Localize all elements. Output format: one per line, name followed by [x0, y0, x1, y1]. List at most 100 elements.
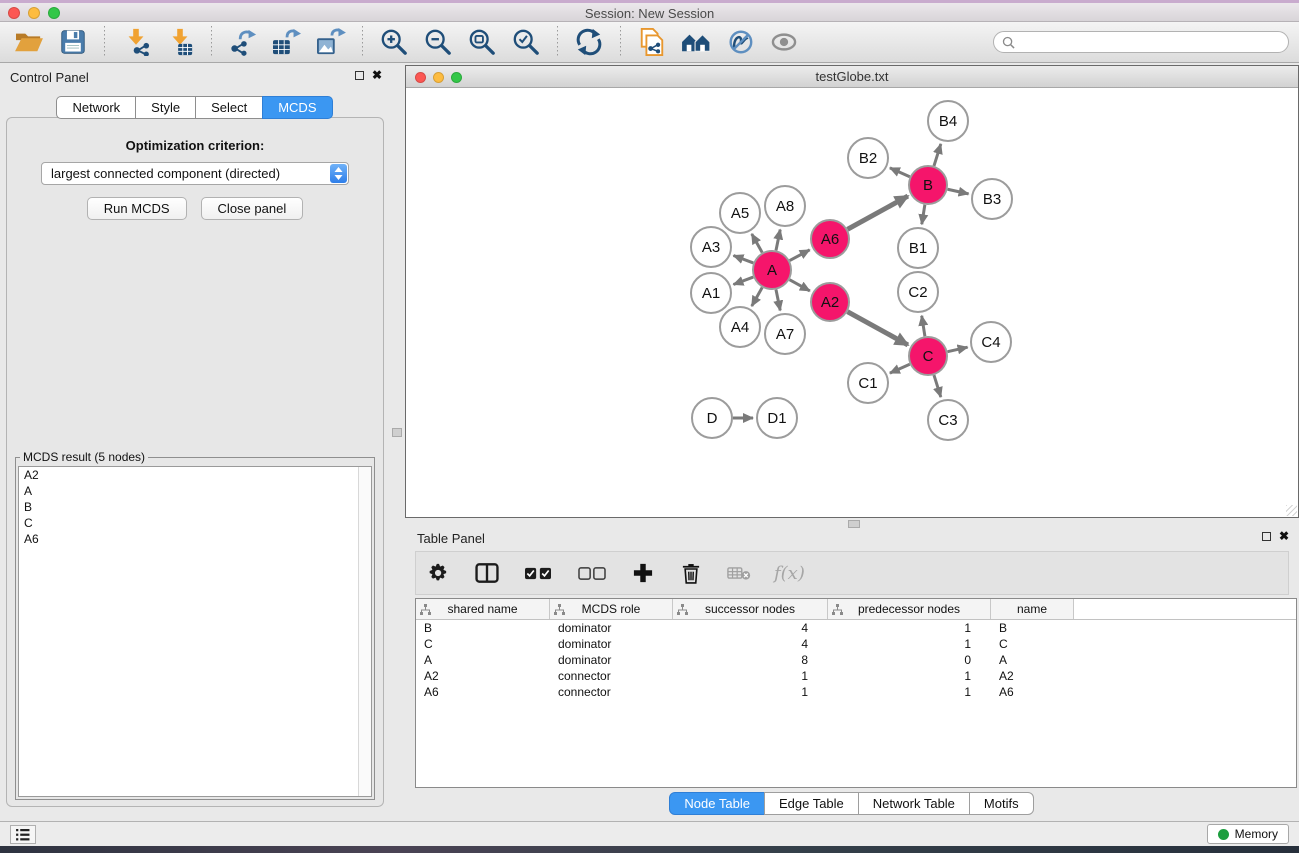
apply-layout-icon[interactable] [570, 25, 608, 59]
first-neighbors-icon[interactable] [677, 25, 715, 59]
table-cell: A [991, 652, 1074, 668]
node-label: B4 [939, 113, 957, 130]
column-header-shared-name[interactable]: shared name [416, 599, 550, 619]
clone-network-icon[interactable] [633, 25, 671, 59]
edge-A-A7 [776, 290, 780, 311]
table-row[interactable]: A2connector11A2 [416, 668, 1296, 684]
export-image-icon[interactable] [312, 25, 350, 59]
table-cell: 0 [828, 652, 991, 668]
node-label: C1 [858, 375, 877, 392]
node-table[interactable]: shared name MCDS rolesuccessor nodesprede… [415, 598, 1297, 788]
toolbar-separator [211, 26, 212, 58]
column-header-successor-nodes[interactable]: successor nodes [673, 599, 828, 619]
tab-select[interactable]: Select [195, 96, 263, 119]
network-graph: B4B2BB3A8A5A6A3B1AA1C2A2A4A7C4CC1C3DD1 [406, 88, 1298, 517]
network-window-titlebar[interactable]: testGlobe.txt [406, 66, 1298, 88]
zoom-selected-icon[interactable] [507, 25, 545, 59]
edge-C-C3 [934, 375, 941, 397]
column-header-label: name [1017, 602, 1047, 616]
column-header-label: shared name [447, 602, 517, 616]
network-view-window: testGlobe.txt B4B2BB3A8A5A6A3B1AA1C2A2A4… [405, 65, 1299, 518]
export-network-icon[interactable] [224, 25, 262, 59]
table-cell: 1 [828, 668, 991, 684]
open-session-icon[interactable] [10, 25, 48, 59]
table-row[interactable]: A6connector11A6 [416, 684, 1296, 700]
mcds-result-list[interactable]: A2ABCA6 [18, 466, 372, 797]
show-graphics-icon[interactable] [765, 25, 803, 59]
application-window: Session: New Session [0, 0, 1299, 853]
show-columns-icon[interactable] [474, 560, 500, 586]
table-cell: B [991, 620, 1074, 636]
search-field[interactable] [993, 31, 1289, 53]
mcds-result-item[interactable]: A6 [19, 531, 371, 547]
table-toolbar: f(x) [415, 551, 1289, 595]
window-resize-grip[interactable] [1286, 505, 1297, 516]
tab-network-table[interactable]: Network Table [858, 792, 970, 815]
select-all-icon[interactable] [522, 560, 554, 586]
delete-column-icon[interactable] [678, 560, 704, 586]
node-label: B1 [909, 240, 927, 257]
node-label: A5 [731, 205, 749, 222]
hide-labels-icon[interactable] [721, 25, 759, 59]
function-builder-icon: f(x) [774, 563, 805, 584]
tab-mcds[interactable]: MCDS [262, 96, 332, 119]
edge-A-A1 [733, 277, 753, 284]
search-input[interactable] [1019, 35, 1280, 49]
memory-status-icon [1218, 829, 1229, 840]
zoom-out-icon[interactable] [419, 25, 457, 59]
tab-motifs[interactable]: Motifs [969, 792, 1034, 815]
export-table-icon[interactable] [268, 25, 306, 59]
table-cell: 1 [828, 620, 991, 636]
node-label: A3 [702, 239, 720, 256]
column-header-name[interactable]: name [991, 599, 1074, 619]
list-icon [16, 829, 30, 841]
tab-node-table[interactable]: Node Table [669, 792, 765, 815]
network-canvas[interactable]: B4B2BB3A8A5A6A3B1AA1C2A2A4A7C4CC1C3DD1 [406, 88, 1298, 517]
table-cell: C [416, 636, 550, 652]
close-panel-button[interactable]: Close panel [201, 197, 304, 220]
zoom-fit-icon[interactable] [463, 25, 501, 59]
task-history-button[interactable] [10, 825, 36, 844]
close-panel-icon[interactable]: ✖ [372, 70, 382, 80]
tab-style[interactable]: Style [135, 96, 196, 119]
dropdown-stepper-icon [330, 164, 347, 183]
node-label: C4 [981, 334, 1000, 351]
run-mcds-button[interactable]: Run MCDS [87, 197, 187, 220]
tab-edge-table[interactable]: Edge Table [764, 792, 859, 815]
table-cell: 8 [673, 652, 828, 668]
table-cell: connector [550, 668, 673, 684]
edge-B-B3 [948, 189, 969, 194]
optimization-criterion-dropdown[interactable]: largest connected component (directed) [41, 162, 349, 185]
close-panel-icon[interactable]: ✖ [1279, 531, 1289, 541]
column-header-MCDS-role[interactable]: MCDS role [550, 599, 673, 619]
save-session-icon[interactable] [54, 25, 92, 59]
add-column-icon[interactable] [630, 560, 656, 586]
mcds-result-item[interactable]: A [19, 483, 371, 499]
table-cell: dominator [550, 620, 673, 636]
mcds-list-scrollbar[interactable] [358, 467, 371, 796]
table-cell: B [416, 620, 550, 636]
edge-A2-C [848, 312, 908, 345]
import-network-icon[interactable] [117, 25, 155, 59]
table-row[interactable]: Cdominator41C [416, 636, 1296, 652]
edge-C-C4 [948, 347, 968, 351]
table-row[interactable]: Adominator80A [416, 652, 1296, 668]
float-panel-icon[interactable] [355, 71, 364, 80]
vertical-splitter[interactable] [390, 64, 405, 821]
table-cell: 1 [828, 636, 991, 652]
main-titlebar: Session: New Session [0, 0, 1299, 22]
import-table-icon[interactable] [161, 25, 199, 59]
table-settings-icon[interactable] [426, 560, 452, 586]
mcds-result-item[interactable]: B [19, 499, 371, 515]
mcds-result-item[interactable]: A2 [19, 467, 371, 483]
column-header-predecessor-nodes[interactable]: predecessor nodes [828, 599, 991, 619]
mcds-result-item[interactable]: C [19, 515, 371, 531]
float-panel-icon[interactable] [1262, 532, 1271, 541]
zoom-in-icon[interactable] [375, 25, 413, 59]
table-row[interactable]: Bdominator41B [416, 620, 1296, 636]
deselect-all-icon[interactable] [576, 560, 608, 586]
memory-button[interactable]: Memory [1207, 824, 1289, 844]
tab-network[interactable]: Network [56, 96, 136, 119]
table-cell: 1 [828, 684, 991, 700]
splitter-grip[interactable] [392, 428, 402, 437]
